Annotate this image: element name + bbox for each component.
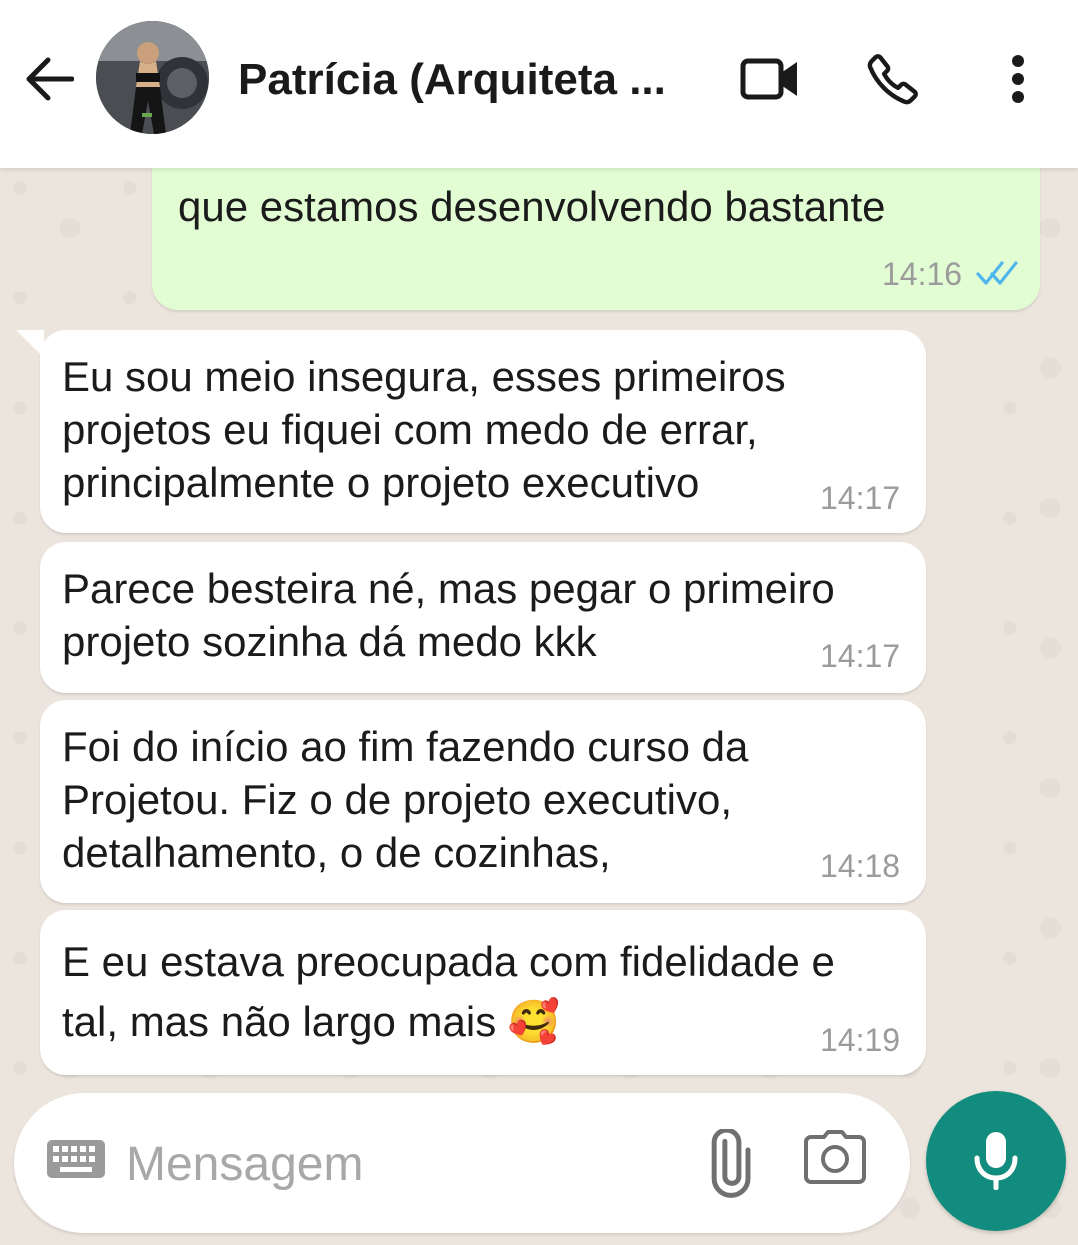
message-time: 14:17 (820, 638, 901, 674)
phone-icon (867, 54, 918, 105)
avatar-photo (96, 21, 209, 134)
message-time: 14:18 (820, 848, 901, 884)
message-text: Foi do início ao fim fazendo curso da Pr… (62, 723, 749, 876)
attach-button[interactable] (694, 1127, 764, 1199)
back-button[interactable] (20, 50, 78, 108)
more-options-button[interactable] (983, 44, 1053, 114)
voice-message-button[interactable] (926, 1091, 1066, 1231)
message-time: 14:17 (820, 480, 901, 516)
microphone-icon (974, 1132, 1018, 1190)
message-time: 14:19 (820, 1022, 901, 1058)
message-text: Parece besteira né, mas pegar o primeiro… (62, 565, 835, 665)
message-text: que estamos desenvolvendo bastante (178, 183, 886, 230)
camera-button[interactable] (804, 1129, 874, 1199)
video-call-button[interactable] (735, 44, 805, 114)
paperclip-icon (711, 1127, 751, 1198)
message-composer (14, 1093, 910, 1233)
message-text: Eu sou meio insegura, esses primeiros pr… (62, 353, 786, 506)
message-bubble-incoming[interactable]: Eu sou meio insegura, esses primeiros pr… (40, 330, 926, 533)
avatar[interactable] (96, 21, 209, 134)
message-bubble-incoming[interactable]: Foi do início ao fim fazendo curso da Pr… (40, 700, 926, 903)
video-call-icon (740, 58, 797, 100)
message-input[interactable] (124, 1131, 668, 1197)
message-bubble-incoming[interactable]: Parece besteira né, mas pegar o primeiro… (40, 542, 926, 693)
message-time: 14:16 (882, 256, 963, 292)
back-arrow-icon (26, 57, 74, 101)
message-bubble-incoming[interactable]: E eu estava preocupada com fidelidade e … (40, 910, 926, 1075)
read-receipt-icon (976, 261, 1018, 285)
camera-icon (804, 1130, 866, 1184)
message-text: E eu estava preocupada com fidelidade e … (62, 938, 835, 1045)
chat-header: Patrícia (Arquiteta ... (0, 0, 1078, 168)
contact-name[interactable]: Patrícia (Arquiteta ... (238, 52, 688, 108)
keyboard-icon[interactable] (46, 1139, 106, 1179)
voice-call-button[interactable] (858, 44, 928, 114)
more-vert-icon (1012, 55, 1024, 103)
